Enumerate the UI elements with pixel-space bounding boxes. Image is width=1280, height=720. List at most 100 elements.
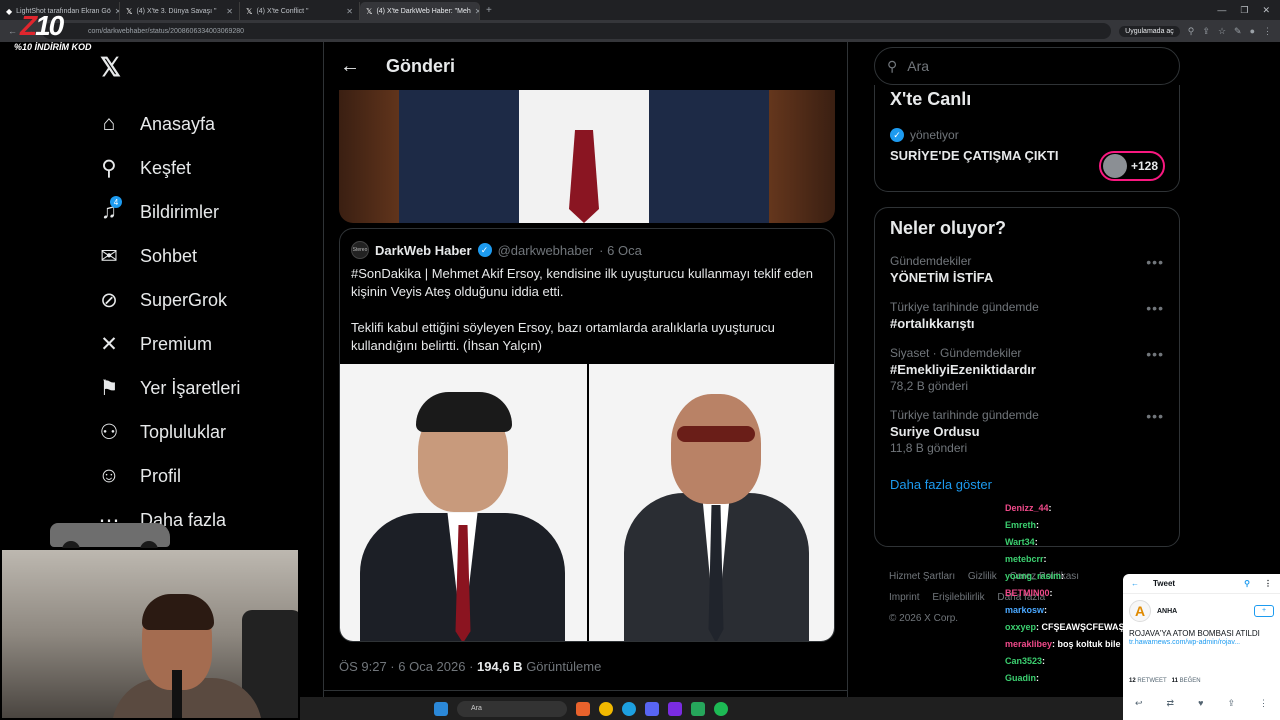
notification-badge: 4 — [110, 196, 122, 208]
more-options-icon[interactable]: ••• — [1146, 300, 1164, 316]
close-icon[interactable]: ✕ — [346, 7, 353, 16]
app-icon[interactable] — [691, 701, 705, 716]
search-input[interactable]: ⚲ Ara — [874, 47, 1180, 85]
back-arrow-icon[interactable]: ← — [340, 55, 360, 78]
reply-icon[interactable]: ↩ — [1135, 698, 1143, 709]
view-label: Görüntüleme — [522, 659, 602, 674]
author-name[interactable]: DarkWeb Haber — [375, 243, 472, 258]
nav-item-notifications[interactable]: ♫ 4 Bildirimler — [96, 190, 316, 234]
footer-link[interactable]: Gizlilik — [968, 571, 997, 582]
share-icon[interactable]: ⇪ — [1202, 26, 1210, 37]
star-icon[interactable]: ☆ — [1218, 26, 1226, 37]
back-icon[interactable]: ← — [8, 26, 17, 36]
footer-link[interactable]: Imprint — [889, 592, 920, 603]
back-arrow-icon[interactable]: ← — [1131, 579, 1139, 588]
author-name[interactable]: ANHA — [1157, 608, 1177, 615]
show-more-link[interactable]: Daha fazla göster — [890, 477, 1164, 492]
mobile-tweet-link[interactable]: tr.hawarnews.com/wp-admin/rojav... — [1123, 639, 1280, 646]
search-icon[interactable]: ⚲ — [1244, 579, 1250, 588]
footer-link[interactable]: Erişilebilirlik — [932, 592, 984, 603]
chat-message: Denizz_44: — [1005, 503, 1052, 513]
trend-item[interactable]: Siyaset · Gündemdekiler #EmekliyiEzenikt… — [890, 346, 1164, 393]
live-host: ✓ yönetiyor — [890, 128, 1164, 142]
quoted-post-images — [340, 364, 834, 641]
trend-item[interactable]: Türkiye tarihinde gündemde Suriye Ordusu… — [890, 408, 1164, 455]
edge-icon[interactable] — [622, 701, 636, 716]
nav-item-supergrok[interactable]: ⊘ SuperGrok — [96, 278, 316, 322]
browser-tab-3[interactable]: 𝕏 (4) X'te Conflict " ✕ — [240, 2, 360, 20]
close-icon[interactable]: ✕ — [226, 7, 233, 16]
promo-text: %10 İNDİRİM KOD — [14, 42, 92, 52]
post-timestamp[interactable]: ÖS 9:27 · 6 Oca 2026 · — [339, 659, 477, 674]
new-tab-button[interactable]: + — [486, 5, 492, 16]
trend-item[interactable]: Gündemdekiler YÖNETİM İSTİFA ••• — [890, 254, 1164, 285]
quoted-post-text: #SonDakika | Mehmet Akif Ersoy, kendisin… — [351, 266, 813, 353]
nav-item-home[interactable]: ⌂ Anasayfa — [96, 102, 316, 146]
menu-icon[interactable]: ⋮ — [1263, 26, 1272, 37]
more-options-icon[interactable]: ••• — [1146, 254, 1164, 270]
quoted-post[interactable]: Stereo DarkWeb Haber ✓ @darkwebhaber · 6… — [339, 228, 835, 642]
more-options-icon[interactable]: ⋮ — [1259, 698, 1268, 709]
extensions-icon[interactable]: ✎ — [1234, 26, 1242, 37]
minimize-icon[interactable]: — — [1217, 5, 1226, 16]
app-icon[interactable] — [576, 701, 590, 716]
nav-item-communities[interactable]: ⚇ Topluluklar — [96, 410, 316, 454]
live-listeners-pill[interactable]: +128 — [1099, 151, 1165, 181]
avatar[interactable]: Stereo — [351, 241, 369, 259]
page-title: Gönderi — [386, 55, 456, 76]
browser-tab-4[interactable]: 𝕏(4) X'te DarkWeb Haber: "Meh✕ — [360, 2, 480, 20]
avatar[interactable]: A — [1129, 600, 1151, 622]
more-options-icon[interactable]: ••• — [1146, 408, 1164, 424]
like-icon[interactable]: ♥ — [1198, 698, 1203, 709]
webcam-feed — [0, 548, 300, 720]
communities-icon: ⚇ — [99, 420, 119, 444]
spotify-icon[interactable] — [714, 701, 728, 716]
quoted-image-right[interactable] — [589, 364, 834, 641]
share-icon[interactable]: ⇪ — [1227, 698, 1235, 709]
url-field[interactable]: com/darkwebhaber/status/2008606334003069… — [42, 23, 1112, 39]
face-shape — [671, 394, 761, 504]
trend-item[interactable]: Türkiye tarihinde gündemde #ortalıkkarış… — [890, 300, 1164, 331]
post-meta: ÖS 9:27 · 6 Oca 2026 · 194,6 B Görüntüle… — [339, 659, 601, 674]
trends-title: Neler oluyor? — [890, 218, 1007, 238]
search-placeholder: Ara — [907, 58, 930, 74]
nav-item-premium[interactable]: ✕ Premium — [96, 322, 316, 366]
maximize-icon[interactable]: ❐ — [1240, 5, 1248, 16]
x-icon: ✕ — [100, 332, 118, 356]
post-date: · 6 Oca — [599, 242, 642, 258]
nav-item-messages[interactable]: ✉ Sohbet — [96, 234, 316, 278]
avatar — [1103, 154, 1127, 178]
app-icon[interactable] — [645, 701, 659, 716]
nav-item-bookmarks[interactable]: ⚑ Yer İşaretleri — [96, 366, 316, 410]
taskbar-search[interactable]: Ara — [457, 700, 567, 717]
address-bar: ← → com/darkwebhaber/status/200860633400… — [0, 20, 1280, 42]
more-options-icon[interactable]: ⋮ — [1264, 579, 1272, 588]
close-window-icon[interactable]: ✕ — [1262, 5, 1270, 16]
browser-tab-2[interactable]: 𝕏 (4) X'te 3. Dünya Savaşı " ✕ — [120, 2, 240, 20]
close-icon[interactable]: ✕ — [475, 7, 479, 16]
window-controls: — ❐ ✕ — [1217, 5, 1280, 16]
app-icon[interactable] — [668, 701, 682, 716]
nav-item-explore[interactable]: ⚲ Keşfet — [96, 146, 316, 190]
follow-button[interactable]: + — [1254, 605, 1274, 617]
post-column: ← Gönderi Stereo DarkWeb Haber ✓ @darkwe… — [323, 42, 848, 720]
bookmark-icon: ⚑ — [99, 376, 119, 400]
left-navigation: 𝕏 ⌂ Anasayfa ⚲ Keşfet ♫ 4 Bildirimler ✉ Sohbe… — [96, 52, 316, 542]
chrome-icon[interactable] — [599, 701, 613, 716]
post-image[interactable] — [339, 90, 835, 223]
windows-start-icon[interactable] — [434, 701, 448, 716]
home-icon: ⌂ — [102, 112, 116, 135]
mobile-header-title: Tweet — [1153, 579, 1176, 588]
retweet-icon[interactable]: ⇄ — [1167, 698, 1175, 709]
profile-icon: ☺ — [98, 464, 120, 487]
chat-message: Wart34: — [1005, 537, 1038, 547]
open-in-app-button[interactable]: Uygulamada aç — [1119, 25, 1180, 37]
more-options-icon[interactable]: ••• — [1146, 346, 1164, 362]
profile-avatar-icon[interactable]: ● — [1250, 26, 1255, 36]
quoted-image-left[interactable] — [340, 364, 587, 641]
zoom-icon[interactable]: ⚲ — [1188, 26, 1195, 37]
nav-item-profile[interactable]: ☺ Profil — [96, 454, 316, 498]
hair-shape — [416, 392, 512, 432]
footer-link[interactable]: Hizmet Şartları — [889, 571, 955, 582]
x-logo-icon[interactable]: 𝕏 — [100, 52, 316, 82]
